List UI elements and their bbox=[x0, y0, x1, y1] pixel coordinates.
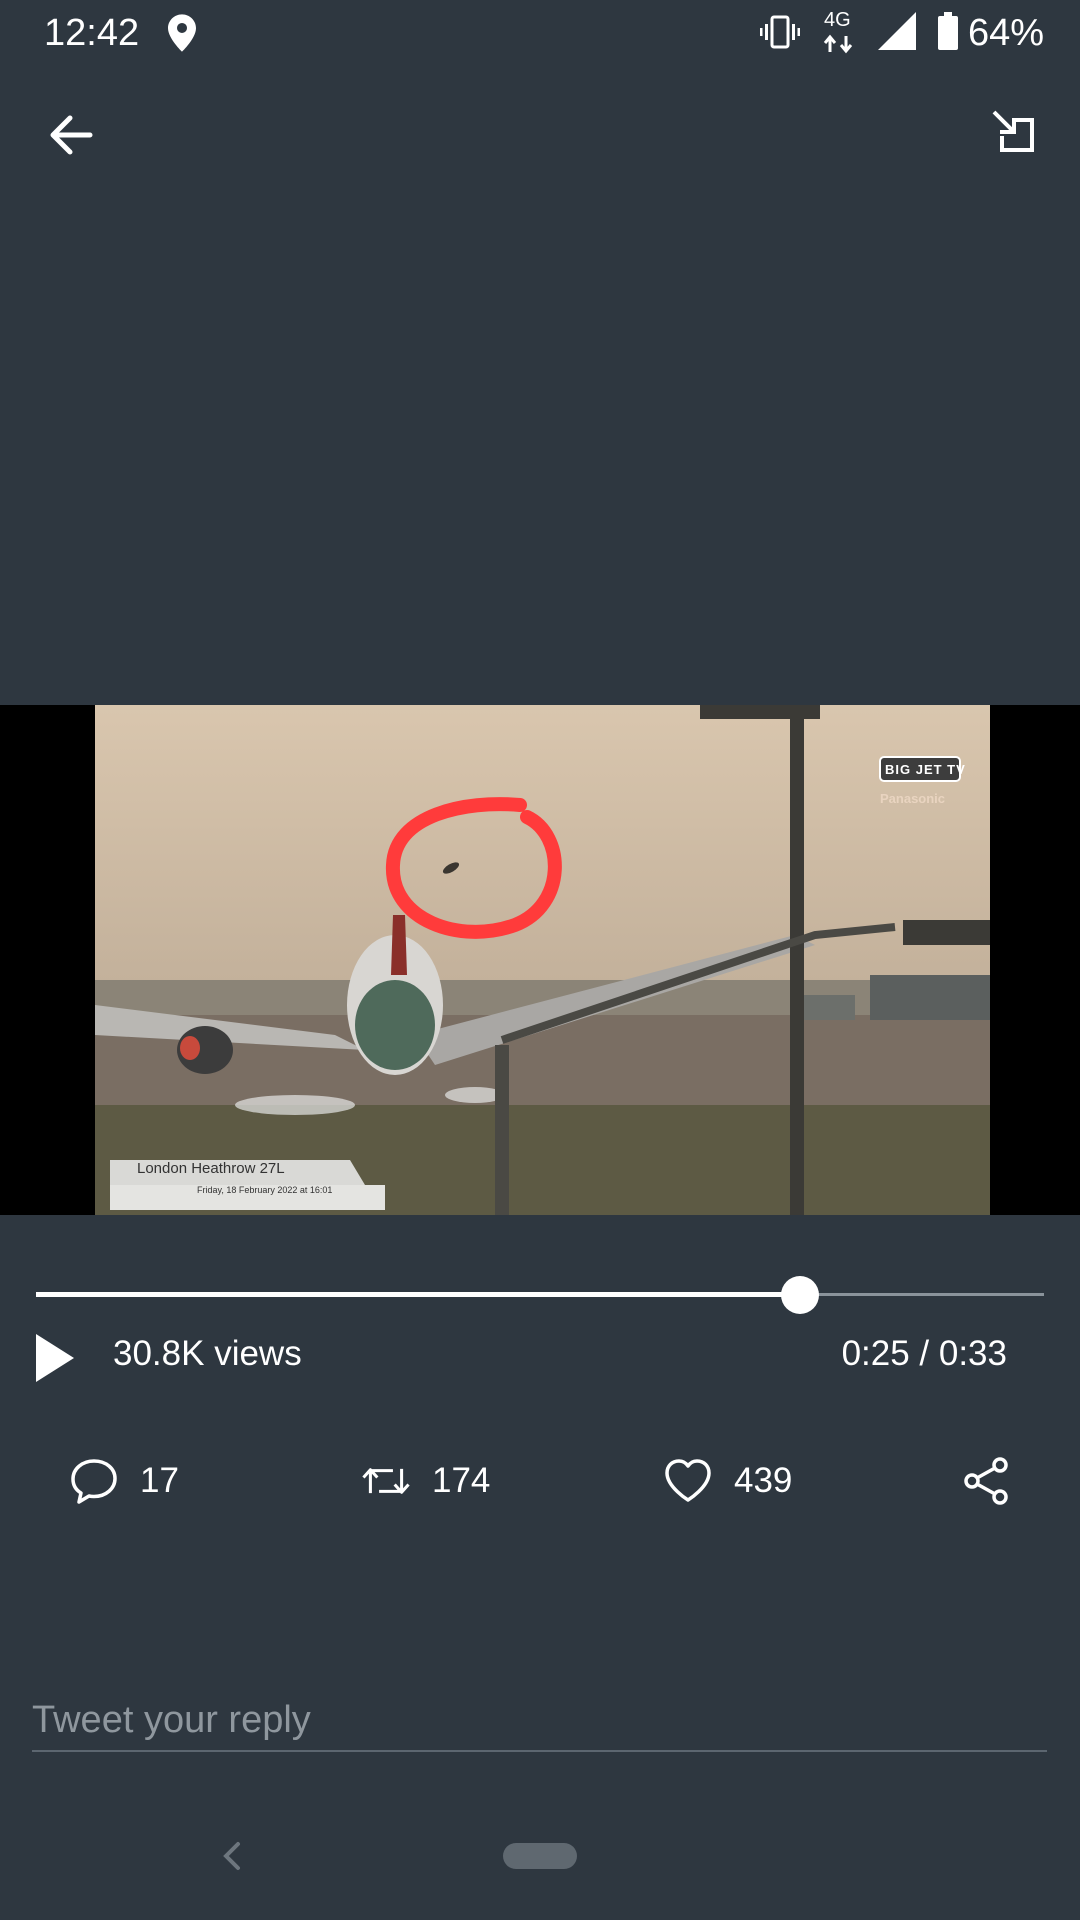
video-player[interactable]: London Heathrow 27L Friday, 18 February … bbox=[0, 705, 1080, 1215]
video-progress-thumb[interactable] bbox=[781, 1276, 820, 1314]
play-button[interactable] bbox=[30, 1330, 80, 1386]
location-icon bbox=[168, 14, 196, 52]
status-time: 12:42 bbox=[44, 12, 140, 54]
video-frame-image bbox=[95, 705, 990, 1215]
arrow-left-icon bbox=[50, 115, 93, 155]
retweet-button[interactable]: 174 bbox=[360, 1450, 490, 1512]
nav-home-pill[interactable] bbox=[503, 1843, 577, 1869]
back-button[interactable] bbox=[40, 100, 110, 170]
video-watermark-logo: BIG JET TV bbox=[885, 762, 966, 777]
minimize-video-button[interactable] bbox=[980, 100, 1050, 170]
like-button[interactable]: 439 bbox=[662, 1450, 792, 1512]
retweet-icon bbox=[362, 1468, 410, 1494]
reply-input[interactable] bbox=[32, 1690, 1047, 1752]
video-time: 0:25 / 0:33 bbox=[841, 1334, 1007, 1373]
battery-icon bbox=[938, 12, 958, 50]
video-caption-date: Friday, 18 February 2022 at 16:01 bbox=[197, 1185, 333, 1195]
video-watermark-brand: Panasonic bbox=[880, 791, 946, 806]
video-caption-title: London Heathrow 27L bbox=[137, 1160, 285, 1177]
picture-in-picture-icon bbox=[992, 110, 1034, 152]
reply-icon bbox=[71, 1459, 117, 1504]
play-icon bbox=[36, 1334, 74, 1382]
like-count: 439 bbox=[734, 1461, 793, 1500]
network-arrows-icon bbox=[823, 34, 853, 54]
reply-count: 17 bbox=[140, 1461, 179, 1500]
view-count: 30.8K views bbox=[113, 1334, 302, 1373]
share-button[interactable] bbox=[960, 1450, 1032, 1512]
signal-icon bbox=[878, 12, 916, 50]
heart-icon bbox=[665, 1459, 711, 1502]
vibrate-icon bbox=[760, 15, 800, 49]
reply-button[interactable]: 17 bbox=[68, 1450, 179, 1512]
battery-percentage: 64% bbox=[968, 12, 1045, 54]
nav-back-button[interactable] bbox=[218, 1836, 248, 1876]
video-progress-fill bbox=[36, 1292, 801, 1297]
share-icon bbox=[964, 1457, 1008, 1505]
retweet-count: 174 bbox=[432, 1461, 491, 1500]
